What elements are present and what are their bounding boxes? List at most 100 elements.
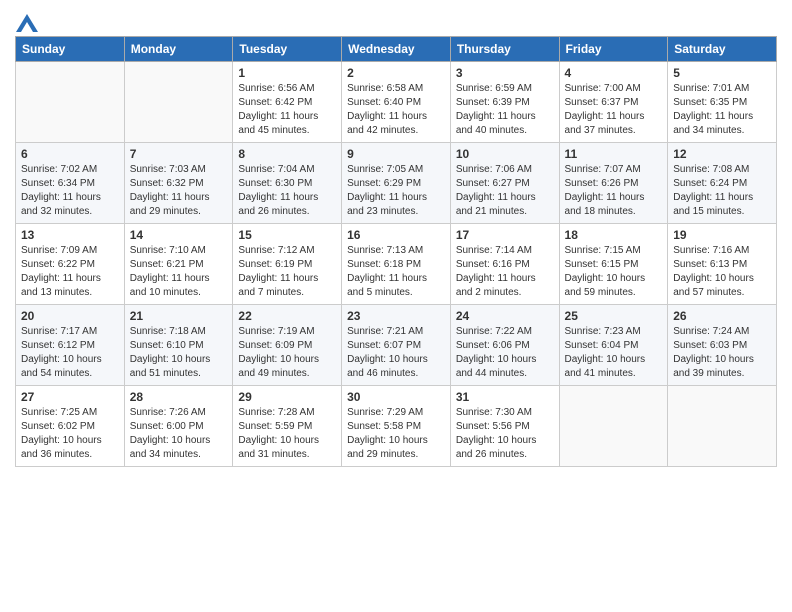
calendar-week-4: 20 Sunrise: 7:17 AM Sunset: 6:12 PM Dayli… (16, 305, 777, 386)
day-info: Sunrise: 7:13 AM Sunset: 6:18 PM Dayligh… (347, 244, 445, 300)
day-number: 11 (565, 147, 663, 161)
calendar-cell: 31 Sunrise: 7:30 AM Sunset: 5:56 PM Dayli… (450, 386, 559, 467)
calendar-cell: 30 Sunrise: 7:29 AM Sunset: 5:58 PM Dayli… (342, 386, 451, 467)
day-number: 4 (565, 66, 663, 80)
day-number: 23 (347, 309, 445, 323)
day-info: Sunrise: 7:30 AM Sunset: 5:56 PM Dayligh… (456, 406, 554, 462)
calendar-cell: 5 Sunrise: 7:01 AM Sunset: 6:35 PM Daylig… (668, 62, 777, 143)
calendar-cell: 20 Sunrise: 7:17 AM Sunset: 6:12 PM Dayli… (16, 305, 125, 386)
day-info: Sunrise: 6:59 AM Sunset: 6:39 PM Dayligh… (456, 82, 554, 138)
day-info: Sunrise: 7:26 AM Sunset: 6:00 PM Dayligh… (130, 406, 228, 462)
day-number: 28 (130, 390, 228, 404)
day-number: 2 (347, 66, 445, 80)
day-number: 3 (456, 66, 554, 80)
day-number: 8 (238, 147, 336, 161)
calendar-cell: 1Sunrise: 6:56 AM Sunset: 6:42 PM Daylig… (233, 62, 342, 143)
day-info: Sunrise: 7:16 AM Sunset: 6:13 PM Dayligh… (673, 244, 771, 300)
day-number: 6 (21, 147, 119, 161)
day-info: Sunrise: 7:03 AM Sunset: 6:32 PM Dayligh… (130, 163, 228, 219)
calendar-cell: 9 Sunrise: 7:05 AM Sunset: 6:29 PM Daylig… (342, 143, 451, 224)
day-info: Sunrise: 7:05 AM Sunset: 6:29 PM Dayligh… (347, 163, 445, 219)
day-info: Sunrise: 7:24 AM Sunset: 6:03 PM Dayligh… (673, 325, 771, 381)
day-info: Sunrise: 6:58 AM Sunset: 6:40 PM Dayligh… (347, 82, 445, 138)
weekday-header-monday: Monday (124, 37, 233, 62)
day-number: 7 (130, 147, 228, 161)
day-number: 9 (347, 147, 445, 161)
calendar-cell: 27Sunrise: 7:25 AM Sunset: 6:02 PM Dayli… (16, 386, 125, 467)
weekday-header-row: SundayMondayTuesdayWednesdayThursdayFrid… (16, 37, 777, 62)
day-number: 10 (456, 147, 554, 161)
day-number: 26 (673, 309, 771, 323)
day-number: 14 (130, 228, 228, 242)
day-number: 18 (565, 228, 663, 242)
calendar-cell: 16 Sunrise: 7:13 AM Sunset: 6:18 PM Dayli… (342, 224, 451, 305)
calendar-cell (124, 62, 233, 143)
day-number: 21 (130, 309, 228, 323)
day-number: 5 (673, 66, 771, 80)
calendar-week-1: 1Sunrise: 6:56 AM Sunset: 6:42 PM Daylig… (16, 62, 777, 143)
day-info: Sunrise: 7:06 AM Sunset: 6:27 PM Dayligh… (456, 163, 554, 219)
day-number: 30 (347, 390, 445, 404)
calendar-cell (668, 386, 777, 467)
calendar-cell: 11 Sunrise: 7:07 AM Sunset: 6:26 PM Dayli… (559, 143, 668, 224)
day-info: Sunrise: 7:18 AM Sunset: 6:10 PM Dayligh… (130, 325, 228, 381)
day-info: Sunrise: 7:09 AM Sunset: 6:22 PM Dayligh… (21, 244, 119, 300)
day-info: Sunrise: 7:23 AM Sunset: 6:04 PM Dayligh… (565, 325, 663, 381)
day-info: Sunrise: 7:10 AM Sunset: 6:21 PM Dayligh… (130, 244, 228, 300)
weekday-header-saturday: Saturday (668, 37, 777, 62)
calendar-week-3: 13 Sunrise: 7:09 AM Sunset: 6:22 PM Dayli… (16, 224, 777, 305)
day-info: Sunrise: 7:01 AM Sunset: 6:35 PM Dayligh… (673, 82, 771, 138)
day-info: Sunrise: 7:21 AM Sunset: 6:07 PM Dayligh… (347, 325, 445, 381)
day-info: Sunrise: 7:07 AM Sunset: 6:26 PM Dayligh… (565, 163, 663, 219)
day-info: Sunrise: 7:28 AM Sunset: 5:59 PM Dayligh… (238, 406, 336, 462)
calendar-week-5: 27Sunrise: 7:25 AM Sunset: 6:02 PM Dayli… (16, 386, 777, 467)
calendar-cell: 23 Sunrise: 7:21 AM Sunset: 6:07 PM Dayli… (342, 305, 451, 386)
day-info: Sunrise: 7:29 AM Sunset: 5:58 PM Dayligh… (347, 406, 445, 462)
weekday-header-tuesday: Tuesday (233, 37, 342, 62)
calendar-cell (16, 62, 125, 143)
day-info: Sunrise: 7:14 AM Sunset: 6:16 PM Dayligh… (456, 244, 554, 300)
page-header (15, 10, 777, 32)
day-info: Sunrise: 7:04 AM Sunset: 6:30 PM Dayligh… (238, 163, 336, 219)
calendar-cell: 12Sunrise: 7:08 AM Sunset: 6:24 PM Dayli… (668, 143, 777, 224)
day-number: 16 (347, 228, 445, 242)
day-info: Sunrise: 7:17 AM Sunset: 6:12 PM Dayligh… (21, 325, 119, 381)
day-info: Sunrise: 7:00 AM Sunset: 6:37 PM Dayligh… (565, 82, 663, 138)
day-number: 15 (238, 228, 336, 242)
calendar-cell: 17Sunrise: 7:14 AM Sunset: 6:16 PM Dayli… (450, 224, 559, 305)
weekday-header-thursday: Thursday (450, 37, 559, 62)
day-info: Sunrise: 7:22 AM Sunset: 6:06 PM Dayligh… (456, 325, 554, 381)
weekday-header-sunday: Sunday (16, 37, 125, 62)
day-number: 20 (21, 309, 119, 323)
day-info: Sunrise: 7:12 AM Sunset: 6:19 PM Dayligh… (238, 244, 336, 300)
calendar-cell: 18 Sunrise: 7:15 AM Sunset: 6:15 PM Dayli… (559, 224, 668, 305)
day-info: Sunrise: 7:15 AM Sunset: 6:15 PM Dayligh… (565, 244, 663, 300)
day-number: 13 (21, 228, 119, 242)
calendar-cell: 25Sunrise: 7:23 AM Sunset: 6:04 PM Dayli… (559, 305, 668, 386)
calendar-cell: 7 Sunrise: 7:03 AM Sunset: 6:32 PM Daylig… (124, 143, 233, 224)
calendar-cell (559, 386, 668, 467)
calendar-cell: 26 Sunrise: 7:24 AM Sunset: 6:03 PM Dayli… (668, 305, 777, 386)
day-info: Sunrise: 7:25 AM Sunset: 6:02 PM Dayligh… (21, 406, 119, 462)
day-info: Sunrise: 7:02 AM Sunset: 6:34 PM Dayligh… (21, 163, 119, 219)
calendar-cell: 13 Sunrise: 7:09 AM Sunset: 6:22 PM Dayli… (16, 224, 125, 305)
calendar-cell: 21 Sunrise: 7:18 AM Sunset: 6:10 PM Dayli… (124, 305, 233, 386)
weekday-header-friday: Friday (559, 37, 668, 62)
day-number: 31 (456, 390, 554, 404)
logo (15, 14, 39, 32)
day-info: Sunrise: 7:08 AM Sunset: 6:24 PM Dayligh… (673, 163, 771, 219)
day-number: 29 (238, 390, 336, 404)
day-number: 19 (673, 228, 771, 242)
calendar-cell: 14 Sunrise: 7:10 AM Sunset: 6:21 PM Dayli… (124, 224, 233, 305)
day-info: Sunrise: 7:19 AM Sunset: 6:09 PM Dayligh… (238, 325, 336, 381)
calendar-week-2: 6 Sunrise: 7:02 AM Sunset: 6:34 PM Daylig… (16, 143, 777, 224)
calendar-cell: 28 Sunrise: 7:26 AM Sunset: 6:00 PM Dayli… (124, 386, 233, 467)
day-number: 1 (238, 66, 336, 80)
day-number: 24 (456, 309, 554, 323)
calendar-cell: 15 Sunrise: 7:12 AM Sunset: 6:19 PM Dayli… (233, 224, 342, 305)
calendar-cell: 3 Sunrise: 6:59 AM Sunset: 6:39 PM Daylig… (450, 62, 559, 143)
day-number: 22 (238, 309, 336, 323)
calendar-cell: 29 Sunrise: 7:28 AM Sunset: 5:59 PM Dayli… (233, 386, 342, 467)
weekday-header-wednesday: Wednesday (342, 37, 451, 62)
calendar-cell: 6 Sunrise: 7:02 AM Sunset: 6:34 PM Daylig… (16, 143, 125, 224)
